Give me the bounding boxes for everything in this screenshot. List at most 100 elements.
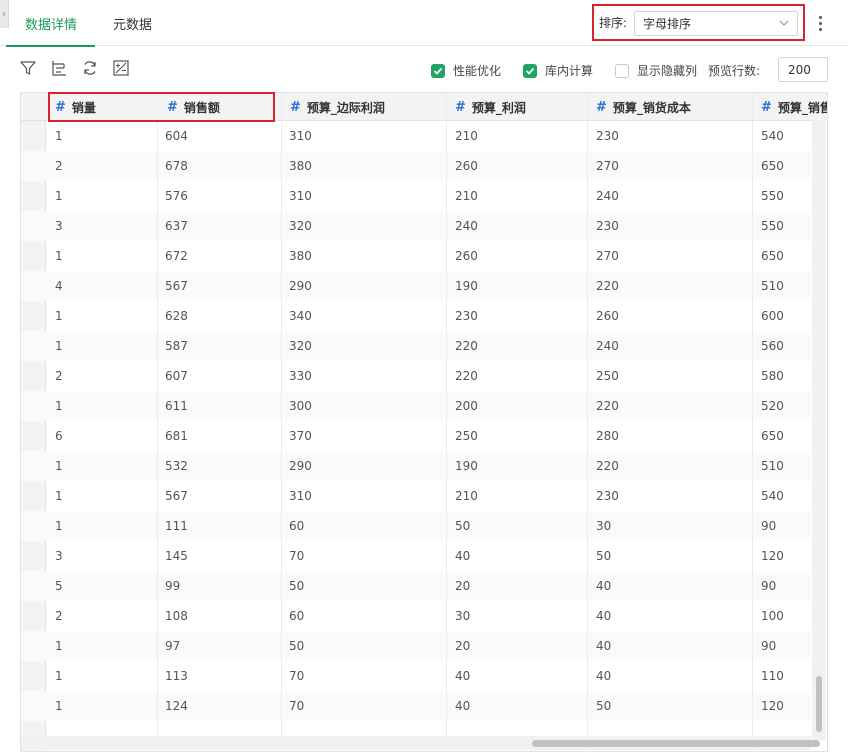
table-cell: 681 <box>165 429 188 443</box>
table-cell: 672 <box>165 249 188 263</box>
table-cell: 5 <box>55 579 63 593</box>
table-cell: 240 <box>455 219 478 233</box>
table-row: 4 567 290 190 220 510 <box>21 271 811 301</box>
chevron-down-icon <box>779 20 789 26</box>
vertical-scrollbar-thumb[interactable] <box>816 676 822 732</box>
column-header-budget-cogs[interactable]: # 预算_销货成本 <box>596 93 756 121</box>
checkmark-icon <box>433 67 443 75</box>
table-cell: 600 <box>761 309 784 323</box>
table-cell: 200 <box>455 399 478 413</box>
show-hidden-columns-option[interactable]: 显示隐藏列 <box>615 62 697 79</box>
table-cell: 50 <box>455 519 471 533</box>
table-cell: 30 <box>596 519 612 533</box>
table-cell: 6 <box>55 429 63 443</box>
table-cell: 2 <box>55 159 63 173</box>
table-cell: 30 <box>455 609 471 623</box>
calculated-field-icon[interactable] <box>112 59 130 77</box>
table-cell: 90 <box>761 519 777 533</box>
table-row: 2 108 60 30 40 100 <box>21 601 811 631</box>
column-header-sales-amount[interactable]: # 销售额 <box>167 93 277 121</box>
table-row: 6 681 370 250 280 650 <box>21 421 811 451</box>
column-header-label: 预算_销售 <box>777 100 828 115</box>
table-cell: 290 <box>289 279 312 293</box>
column-header-label: 预算_销货成本 <box>612 100 691 115</box>
table-cell: 1 <box>55 489 63 503</box>
column-header-sales-volume[interactable]: # 销量 <box>55 93 155 121</box>
table-cell: 370 <box>289 429 312 443</box>
table-cell: 510 <box>761 279 784 293</box>
checkmark-icon <box>525 67 535 75</box>
table-cell: 240 <box>596 339 619 353</box>
table-row: 1 97 50 20 40 90 <box>21 631 811 661</box>
table-row: 2 678 380 260 270 650 <box>21 151 811 181</box>
column-header-label: 预算_边际利润 <box>306 100 385 115</box>
table-cell: 678 <box>165 159 188 173</box>
table-cell: 310 <box>289 189 312 203</box>
data-grid: # 销量 # 销售额 # 预算_边际利润 # 预算_利润 # 预算_销货成本 # 预算_销售… <box>20 92 828 752</box>
table-cell: 260 <box>455 249 478 263</box>
table-cell: 240 <box>596 189 619 203</box>
column-divider <box>157 93 158 751</box>
refresh-icon[interactable] <box>81 59 99 77</box>
table-cell: 628 <box>165 309 188 323</box>
vertical-scrollbar[interactable] <box>812 120 826 740</box>
table-cell: 650 <box>761 159 784 173</box>
header-bar: 数据详情 元数据 排序: 字母排序 <box>0 0 848 47</box>
tab-metadata[interactable]: 元数据 <box>113 0 152 46</box>
table-cell: 90 <box>761 639 777 653</box>
toolbar: 性能优化 库内计算 显示隐藏列 预览行数: <box>0 46 848 92</box>
table-cell: 310 <box>289 129 312 143</box>
horizontal-scrollbar-thumb[interactable] <box>532 740 820 747</box>
performance-optimization-checkbox[interactable] <box>431 63 445 78</box>
table-cell: 540 <box>761 489 784 503</box>
table-cell: 250 <box>596 369 619 383</box>
column-header-budget-margin[interactable]: # 预算_边际利润 <box>290 93 440 121</box>
table-cell: 560 <box>761 339 784 353</box>
table-cell: 4 <box>55 279 63 293</box>
table-cell: 230 <box>596 219 619 233</box>
table-cell: 550 <box>761 189 784 203</box>
table-cell: 220 <box>596 399 619 413</box>
table-cell: 380 <box>289 249 312 263</box>
in-database-compute-checkbox[interactable] <box>523 63 537 78</box>
column-divider <box>446 93 447 751</box>
show-hidden-columns-checkbox[interactable] <box>615 63 629 78</box>
table-cell: 320 <box>289 219 312 233</box>
sort-select-value: 字母排序 <box>643 17 692 31</box>
table-cell: 60 <box>289 609 305 623</box>
table-cell: 280 <box>596 429 619 443</box>
table-cell: 576 <box>165 189 188 203</box>
table-cell: 3 <box>55 549 63 563</box>
column-header-budget-profit[interactable]: # 预算_利润 <box>455 93 585 121</box>
table-cell: 50 <box>289 639 305 653</box>
tab-data-details[interactable]: 数据详情 <box>5 0 96 47</box>
filter-icon[interactable] <box>19 59 37 77</box>
table-cell: 550 <box>761 219 784 233</box>
table-cell: 220 <box>596 279 619 293</box>
table-cell: 2 <box>55 369 63 383</box>
table-cell: 108 <box>165 609 188 623</box>
sort-select[interactable]: 字母排序 <box>634 11 798 36</box>
numeric-type-icon: # <box>290 99 301 115</box>
table-cell: 340 <box>289 309 312 323</box>
preview-rows-input[interactable]: 200 <box>778 57 828 82</box>
table-cell: 210 <box>455 129 478 143</box>
table-cell: 50 <box>289 579 305 593</box>
table-cell: 2 <box>55 609 63 623</box>
table-cell: 230 <box>596 129 619 143</box>
table-cell: 124 <box>165 699 188 713</box>
table-cell: 40 <box>455 699 471 713</box>
column-settings-icon[interactable] <box>50 59 68 77</box>
column-header-budget-sales[interactable]: # 预算_销售 <box>761 93 828 121</box>
table-cell: 230 <box>455 309 478 323</box>
table-cell: 380 <box>289 159 312 173</box>
performance-optimization-option[interactable]: 性能优化 <box>431 62 501 79</box>
more-options-icon[interactable] <box>812 11 828 35</box>
table-row: 3 145 70 40 50 120 <box>21 541 811 571</box>
table-cell: 70 <box>289 699 305 713</box>
table-cell: 580 <box>761 369 784 383</box>
numeric-type-icon: # <box>455 99 466 115</box>
in-database-compute-option[interactable]: 库内计算 <box>523 62 593 79</box>
sort-label: 排序: <box>599 16 628 30</box>
table-cell: 40 <box>455 669 471 683</box>
